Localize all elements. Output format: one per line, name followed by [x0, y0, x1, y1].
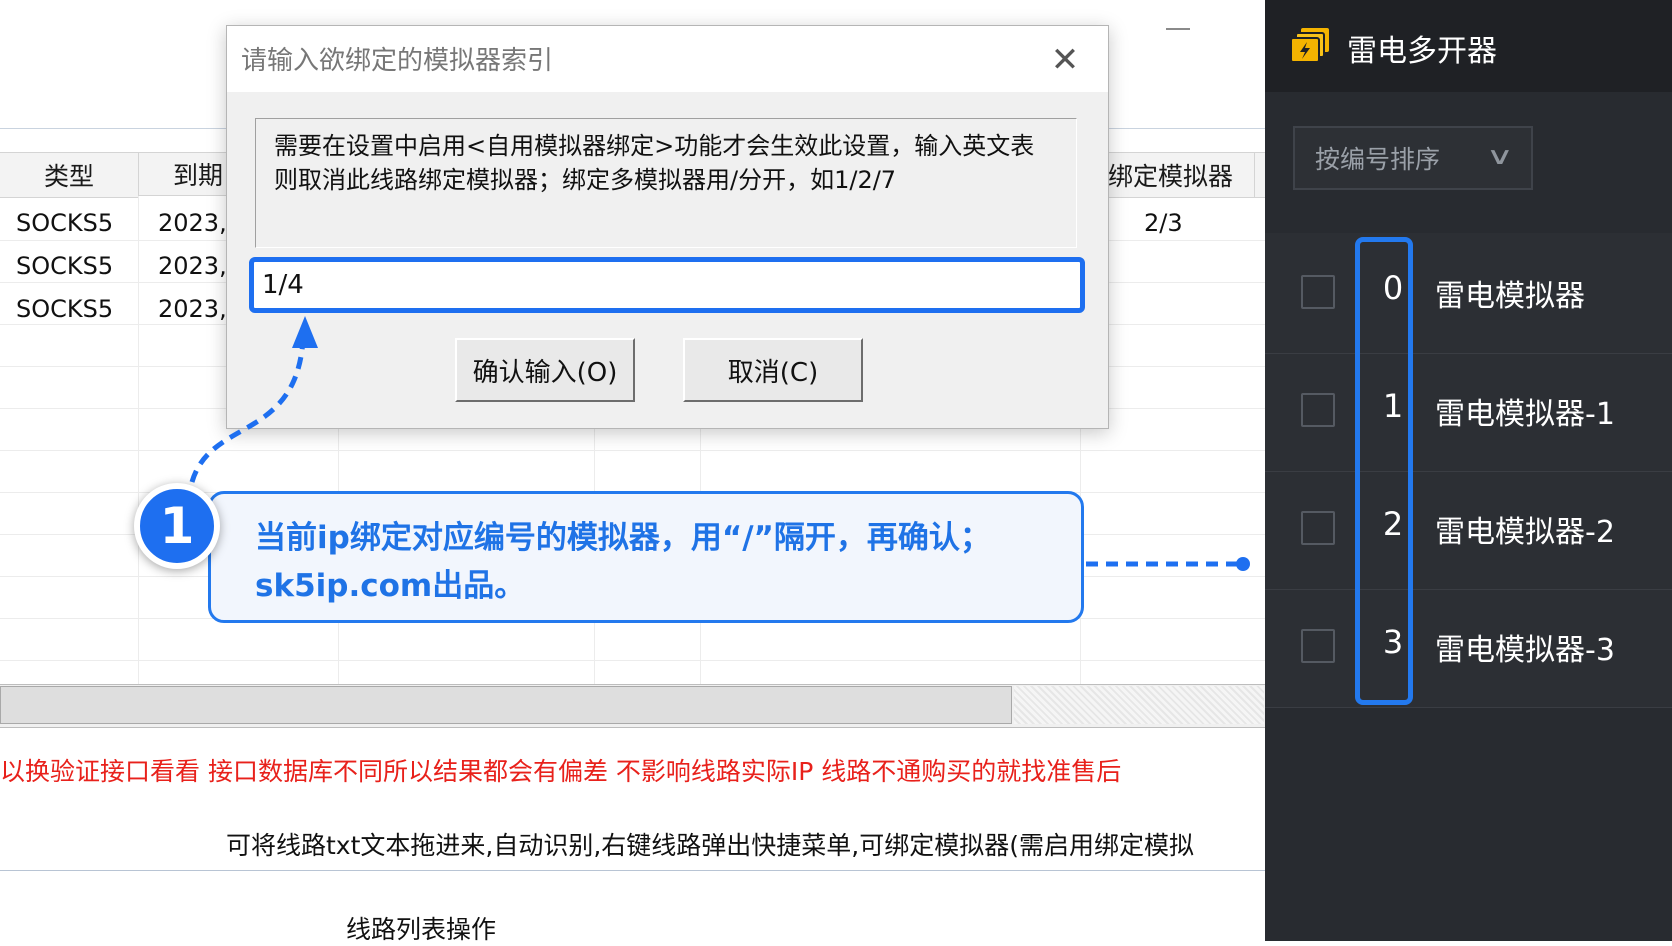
grid-line: [0, 450, 1265, 451]
cell-type[interactable]: SOCKS5: [16, 245, 113, 287]
emulator-name[interactable]: 雷电模拟器-2: [1435, 507, 1615, 551]
divider: [0, 870, 1265, 871]
sort-dropdown[interactable]: 按编号排序 ∨: [1293, 126, 1533, 190]
minimize-button[interactable]: [1166, 28, 1190, 30]
panel-header: 雷电多开器: [1265, 0, 1672, 92]
cell-expiry[interactable]: 2023,: [158, 288, 227, 330]
cell-bound-emulator[interactable]: 2/3: [1144, 202, 1183, 244]
cell-expiry[interactable]: 2023,: [158, 202, 227, 244]
emulator-row[interactable]: 0 雷电模拟器: [1265, 235, 1672, 354]
grid-line: [0, 660, 1265, 661]
emulator-row[interactable]: 3 雷电模拟器-3: [1265, 589, 1672, 708]
confirm-button[interactable]: 确认输入(O): [455, 338, 635, 402]
usage-hint: 可将线路txt文本拖进来,自动识别,右键线路弹出快捷菜单,可绑定模拟器(需启用绑…: [226, 831, 1194, 860]
cell-type[interactable]: SOCKS5: [16, 202, 113, 244]
emulator-checkbox[interactable]: [1301, 511, 1335, 545]
emulator-index-input-frame[interactable]: [249, 257, 1085, 313]
emulator-row[interactable]: 2 雷电模拟器-2: [1265, 471, 1672, 590]
cell-expiry[interactable]: 2023,: [158, 245, 227, 287]
annotation-callout: 当前ip绑定对应编号的模拟器，用“/”隔开，再确认；sk5ip.com出品。: [208, 491, 1084, 623]
grid-line: [138, 196, 139, 684]
step-number-badge: 1: [134, 483, 220, 569]
cancel-button[interactable]: 取消(C): [683, 338, 863, 402]
chevron-down-icon: ∨: [1486, 142, 1515, 170]
emulator-checkbox[interactable]: [1301, 629, 1335, 663]
scrollbar-track-hatch: [1014, 686, 1264, 724]
ldplayer-multi-instance-panel: 雷电多开器 按编号排序 ∨ 0 雷电模拟器 1 雷电模拟器-1 2 雷电模拟器-…: [1265, 0, 1672, 941]
panel-title: 雷电多开器: [1347, 34, 1497, 69]
bind-emulator-dialog: 请输入欲绑定的模拟器索引 ✕ 需要在设置中启用<自用模拟器绑定>功能才会生效此设…: [226, 25, 1109, 429]
dialog-message: 需要在设置中启用<自用模拟器绑定>功能才会生效此设置，输入英文表则取消此线路绑定…: [255, 118, 1077, 248]
dialog-title: 请输入欲绑定的模拟器索引: [241, 46, 554, 76]
index-highlight-frame: [1355, 237, 1413, 705]
emulator-checkbox[interactable]: [1301, 393, 1335, 427]
dialog-titlebar: 请输入欲绑定的模拟器索引 ✕: [227, 26, 1108, 92]
emulator-name[interactable]: 雷电模拟器: [1435, 271, 1585, 315]
column-header-type[interactable]: 类型: [0, 152, 139, 198]
warning-notice: 以换验证接口看看 接口数据库不同所以结果都会有偏差 不影响线路实际IP 线路不通…: [0, 757, 1122, 786]
scrollbar-thumb[interactable]: [0, 686, 1012, 724]
emulator-name[interactable]: 雷电模拟器-1: [1435, 389, 1615, 433]
ldplayer-logo-icon: [1291, 28, 1329, 63]
emulator-row[interactable]: 1 雷电模拟器-1: [1265, 353, 1672, 472]
column-header-bound-emulator[interactable]: 绑定模拟器: [1108, 152, 1255, 198]
emulator-name[interactable]: 雷电模拟器-3: [1435, 625, 1615, 669]
emulator-index-input[interactable]: [254, 262, 1080, 308]
emulator-checkbox[interactable]: [1301, 275, 1335, 309]
cell-type[interactable]: SOCKS5: [16, 288, 113, 330]
close-icon[interactable]: ✕: [1045, 40, 1085, 80]
sort-dropdown-label: 按编号排序: [1315, 145, 1441, 174]
annotation-text: 当前ip绑定对应编号的模拟器，用“/”隔开，再确认；sk5ip.com出品。: [255, 520, 991, 604]
